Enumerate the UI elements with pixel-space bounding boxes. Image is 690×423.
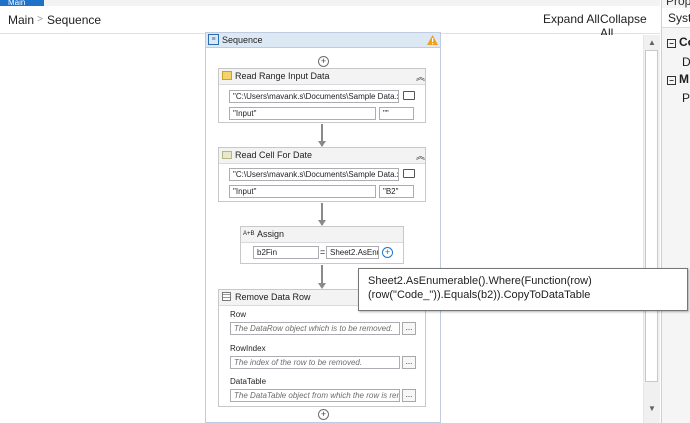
sequence-title: Sequence <box>222 35 263 45</box>
properties-title: Prop <box>666 0 690 8</box>
properties-panel: Prop Syste −Co D −M Pr <box>661 0 690 423</box>
rowindex-label: RowIndex <box>230 344 266 353</box>
sheet-name-input[interactable]: "Input" <box>229 185 376 198</box>
assign-value-input[interactable]: Sheet2.AsEnumerable().Where(Function(row… <box>326 246 379 259</box>
datatable-input[interactable]: The DataTable object from which the row … <box>230 389 400 402</box>
expand-all-button[interactable]: Expand All <box>543 12 600 26</box>
warning-icon[interactable] <box>427 35 438 45</box>
rowindex-browse-button[interactable]: ... <box>402 356 416 369</box>
scroll-up-icon[interactable]: ▲ <box>646 38 658 47</box>
row-browse-button[interactable]: ... <box>402 322 416 335</box>
expression-tooltip: Sheet2.AsEnumerable().Where(Function(row… <box>358 268 688 311</box>
sequence-icon: ≡ <box>208 34 219 45</box>
read-range-title: Read Range Input Data <box>235 71 330 81</box>
folder-icon[interactable] <box>403 169 415 178</box>
breadcrumb-main[interactable]: Main <box>8 13 34 27</box>
scroll-down-icon[interactable]: ▼ <box>646 404 658 413</box>
designer-header: Main > Sequence Expand All Collapse All <box>0 6 660 40</box>
properties-item[interactable]: D <box>682 55 690 69</box>
collapse-chevron-icon[interactable]: ︽ <box>416 149 425 162</box>
collapse-chevron-icon[interactable]: ︽ <box>416 70 425 83</box>
breadcrumb-sequence[interactable]: Sequence <box>47 13 101 27</box>
add-activity-icon[interactable]: + <box>318 56 329 67</box>
excel-cell-icon <box>222 151 232 159</box>
properties-item[interactable]: Pr <box>682 91 690 105</box>
properties-group-common[interactable]: −Co <box>667 35 690 49</box>
workbook-path-input[interactable]: "C:\Users\mavank.s\Documents\Sample Data… <box>229 168 399 181</box>
cell-input[interactable]: "B2" <box>379 185 414 198</box>
properties-row-label: Syste <box>668 11 690 25</box>
remove-data-row-title: Remove Data Row <box>235 292 311 302</box>
add-activity-icon[interactable]: + <box>318 409 329 420</box>
collapse-box-icon[interactable]: − <box>667 39 676 48</box>
range-input[interactable]: "" <box>379 107 414 120</box>
datatable-label: DataTable <box>230 377 267 386</box>
properties-group-misc[interactable]: − M <box>667 72 689 86</box>
breadcrumb-separator-icon: > <box>37 14 43 25</box>
properties-group-label: M <box>679 72 689 86</box>
sheet-name-input[interactable]: "Input" <box>229 107 376 120</box>
sequence-header[interactable]: ≡ Sequence <box>205 32 441 48</box>
assign-to-input[interactable]: b2Fin <box>253 246 319 259</box>
assign-title: Assign <box>257 229 285 239</box>
scrollbar-thumb[interactable] <box>645 50 658 382</box>
workbook-path-input[interactable]: "C:\Users\mavank.s\Documents\Sample Data… <box>229 90 399 103</box>
row-label: Row <box>230 310 247 319</box>
read-cell-title: Read Cell For Date <box>235 150 313 160</box>
assign-icon: A+B <box>243 231 255 237</box>
excel-read-icon <box>222 71 232 80</box>
datatable-icon <box>222 292 231 301</box>
datatable-browse-button[interactable]: ... <box>402 389 416 402</box>
assign-equals: = <box>320 247 326 257</box>
properties-group-label: Co <box>679 35 690 49</box>
add-assign-icon[interactable]: + <box>382 247 393 258</box>
properties-search-row[interactable]: Syste <box>662 8 690 28</box>
folder-icon[interactable] <box>403 91 415 100</box>
row-input[interactable]: The DataRow object which is to be remove… <box>230 322 400 335</box>
rowindex-input[interactable]: The index of the row to be removed. <box>230 356 400 369</box>
collapse-box-icon[interactable]: − <box>667 76 676 85</box>
